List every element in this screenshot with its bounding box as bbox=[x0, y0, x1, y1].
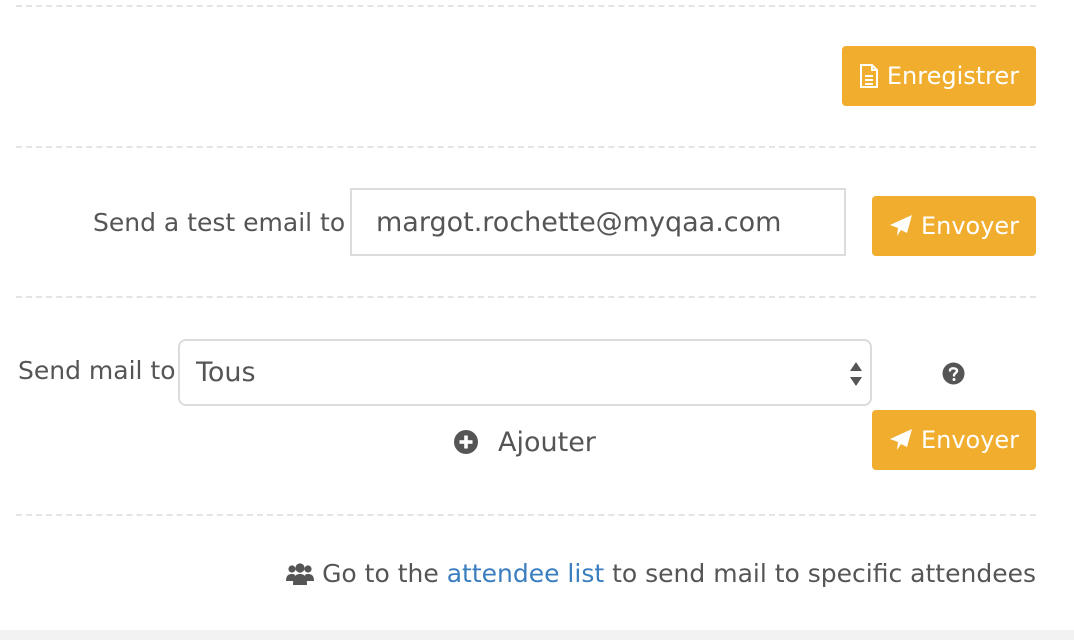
save-button-label: Enregistrer bbox=[886, 62, 1020, 90]
divider bbox=[16, 514, 1036, 516]
recipients-select[interactable]: Tous bbox=[178, 339, 872, 406]
attendee-list-link[interactable]: attendee list bbox=[447, 559, 604, 588]
test-email-input[interactable]: margot.rochette@myqaa.com bbox=[350, 188, 846, 256]
help-icon[interactable] bbox=[942, 362, 965, 385]
send-mail-button-label: Envoyer bbox=[920, 426, 1020, 454]
paper-plane-icon bbox=[889, 428, 913, 452]
add-recipient-button[interactable]: Ajouter bbox=[454, 422, 596, 462]
attendee-list-hint: Go to the attendee list to send mail to … bbox=[286, 559, 1036, 588]
send-test-email-label: Envoyer bbox=[920, 212, 1020, 240]
send-mail-button[interactable]: Envoyer bbox=[872, 410, 1036, 470]
select-arrows-icon bbox=[848, 359, 864, 389]
paper-plane-icon bbox=[889, 214, 913, 238]
hint-prefix: Go to the bbox=[322, 559, 439, 588]
test-email-value: margot.rochette@myqaa.com bbox=[376, 206, 782, 238]
add-recipient-label: Ajouter bbox=[498, 426, 596, 458]
send-mail-label: Send mail to bbox=[18, 356, 176, 385]
hint-suffix: to send mail to specific attendees bbox=[612, 559, 1036, 588]
divider bbox=[16, 5, 1036, 7]
email-settings-panel: Enregistrer Send a test email to margot.… bbox=[0, 0, 1074, 640]
save-button[interactable]: Enregistrer bbox=[842, 46, 1036, 106]
test-email-label: Send a test email to bbox=[93, 208, 346, 237]
recipients-selected-value: Tous bbox=[196, 357, 256, 388]
document-icon bbox=[859, 64, 879, 88]
divider bbox=[16, 296, 1036, 298]
send-test-email-button[interactable]: Envoyer bbox=[872, 196, 1036, 256]
plus-circle-icon bbox=[454, 430, 478, 454]
divider bbox=[16, 146, 1036, 148]
users-icon bbox=[286, 562, 315, 586]
bottom-band bbox=[0, 630, 1074, 640]
